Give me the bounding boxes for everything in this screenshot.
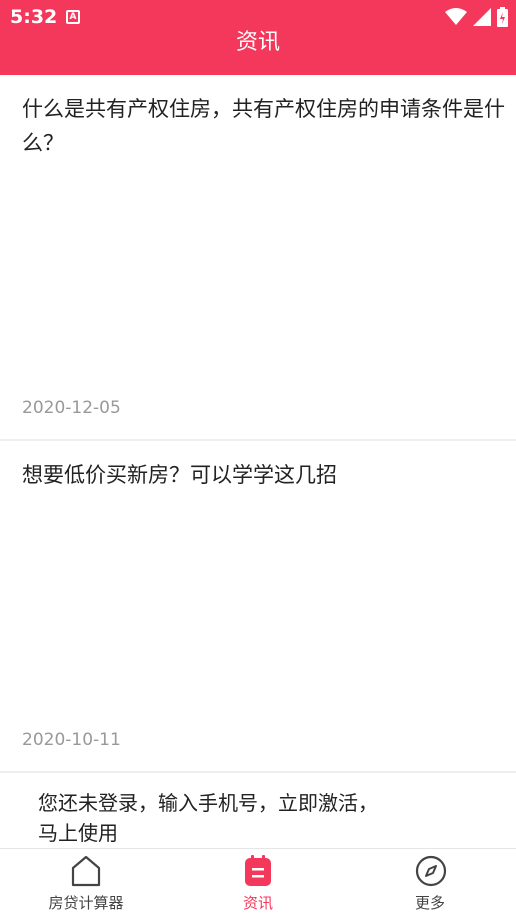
home-icon [71, 855, 101, 887]
compass-icon [415, 855, 447, 887]
article-list: 什么是共有产权住房，共有产权住房的申请条件是什么？ 2020-12-05 想要低… [0, 75, 516, 848]
tab-more[interactable]: 更多 [344, 849, 516, 917]
article-card[interactable]: 什么是共有产权住房，共有产权住房的申请条件是什么？ 2020-12-05 [0, 75, 516, 441]
article-title: 想要低价买新房？可以学学这几招 [22, 463, 337, 487]
battery-icon [497, 7, 508, 27]
article-title: 什么是共有产权住房，共有产权住房的申请条件是什么？ [22, 97, 505, 155]
tab-label: 房贷计算器 [48, 894, 124, 912]
tab-mortgage-calculator[interactable]: 房贷计算器 [0, 849, 172, 917]
signal-icon [473, 8, 491, 26]
news-icon [245, 855, 271, 886]
page-title: 资讯 [235, 30, 280, 55]
login-banner[interactable]: 您还未登录，输入手机号，立即激活，马上使用 [0, 773, 516, 848]
article-card[interactable]: 想要低价买新房？可以学学这几招 2020-10-11 [0, 441, 516, 773]
bottom-tab-bar: 房贷计算器 资讯 更多 [0, 848, 516, 917]
tab-label: 更多 [414, 894, 445, 912]
article-date: 2020-10-11 [22, 730, 121, 750]
a-icon: A [66, 10, 80, 24]
app-header: 5:32 A 资讯 [0, 0, 516, 75]
tab-label: 资讯 [242, 894, 273, 912]
tab-news[interactable]: 资讯 [172, 849, 344, 917]
status-time: 5:32 [10, 6, 58, 28]
article-date: 2020-12-05 [22, 398, 121, 418]
login-prompt-text: 您还未登录，输入手机号，立即激活，马上使用 [38, 791, 378, 845]
wifi-icon [445, 8, 467, 25]
